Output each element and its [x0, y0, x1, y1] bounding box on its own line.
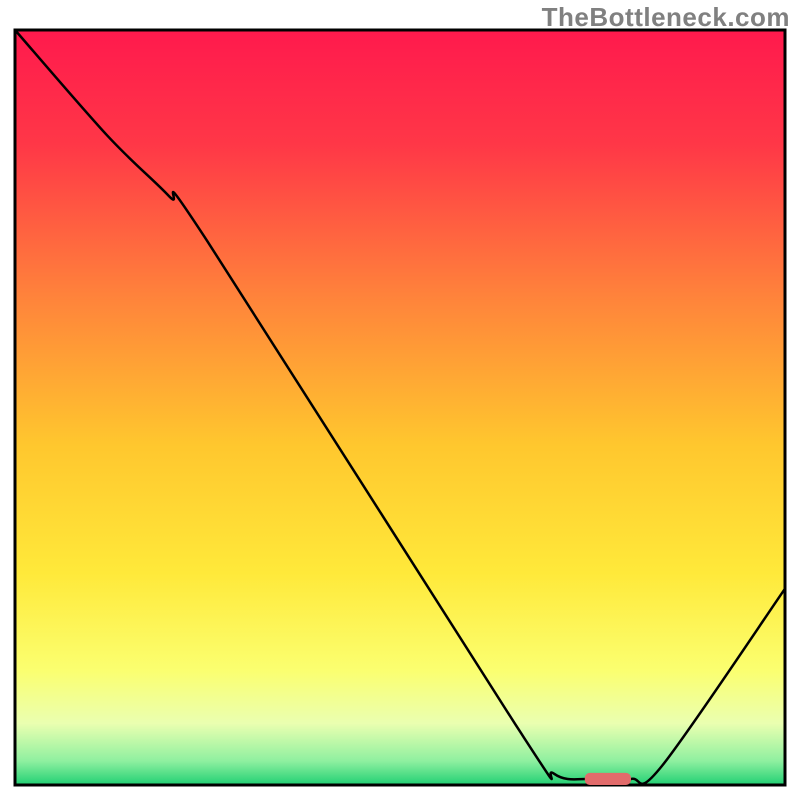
chart-stage: TheBottleneck.com — [0, 0, 800, 800]
optimum-marker — [585, 773, 631, 785]
plot-background — [17, 32, 784, 784]
chart-svg — [0, 0, 800, 800]
